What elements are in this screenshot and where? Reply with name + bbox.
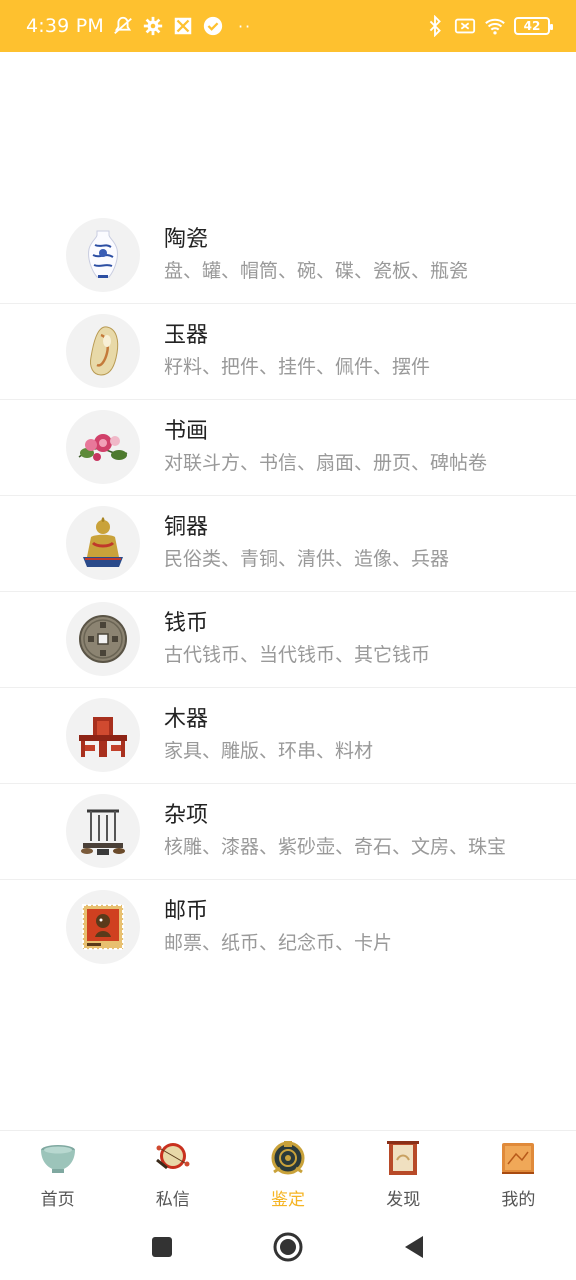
- tab-discover[interactable]: 发现: [346, 1131, 461, 1214]
- tab-label: 发现: [386, 1190, 421, 1210]
- wifi-icon: [484, 15, 506, 37]
- circle-home-icon: [273, 1232, 303, 1262]
- category-subtitle: 民俗类、青铜、清供、造像、兵器: [164, 548, 450, 570]
- category-row-bronze[interactable]: 铜器 民俗类、青铜、清供、造像、兵器: [0, 496, 576, 592]
- battery-icon: 42: [514, 17, 553, 35]
- tab-label: 私信: [155, 1190, 190, 1210]
- category-title: 铜器: [164, 515, 209, 540]
- miscellaneous-icon: [66, 794, 140, 868]
- system-nav-bar: [0, 1214, 576, 1280]
- sim-no-signal-icon: [454, 15, 476, 37]
- category-list: 陶瓷 盘、罐、帽筒、碗、碟、瓷板、瓶瓷 玉器 籽料、把件、挂件、佩件、摆件 书画…: [0, 208, 576, 976]
- category-title: 书画: [164, 419, 209, 444]
- tab-profile[interactable]: 我的: [461, 1131, 576, 1214]
- status-bar: 4:39 PM ·· 42: [0, 0, 576, 52]
- square-icon: [152, 1237, 172, 1257]
- check-badge-icon: [202, 15, 224, 37]
- tab-label: 首页: [40, 1190, 75, 1210]
- app-notification-icon: [172, 15, 194, 37]
- category-subtitle: 盘、罐、帽筒、碗、碟、瓷板、瓶瓷: [164, 260, 469, 282]
- category-row-coins[interactable]: 钱币 古代钱币、当代钱币、其它钱币: [0, 592, 576, 688]
- status-time: 4:39 PM: [26, 15, 104, 37]
- category-row-miscellaneous[interactable]: 杂项 核雕、漆器、紫砂壶、奇石、文房、珠宝: [0, 784, 576, 880]
- tab-home[interactable]: 首页: [0, 1131, 115, 1214]
- tab-label: 我的: [501, 1190, 536, 1210]
- category-row-painting[interactable]: 书画 对联斗方、书信、扇面、册页、碑帖卷: [0, 400, 576, 496]
- furniture-icon: [66, 698, 140, 772]
- back-button[interactable]: [351, 1234, 477, 1260]
- status-left: 4:39 PM ··: [26, 15, 252, 37]
- category-subtitle: 核雕、漆器、紫砂壶、奇石、文房、珠宝: [164, 836, 507, 858]
- recents-button[interactable]: [99, 1235, 225, 1259]
- appraise-icon: [267, 1137, 309, 1179]
- porcelain-vase-icon: [66, 218, 140, 292]
- category-title: 玉器: [164, 323, 209, 348]
- category-subtitle: 古代钱币、当代钱币、其它钱币: [164, 644, 431, 666]
- tab-messages[interactable]: 私信: [115, 1131, 230, 1214]
- bluetooth-icon: [424, 15, 446, 37]
- category-subtitle: 邮票、纸币、纪念币、卡片: [164, 932, 393, 954]
- box-icon: [497, 1137, 539, 1179]
- settings-gear-icon: [142, 15, 164, 37]
- tab-appraise[interactable]: 鉴定: [230, 1131, 345, 1214]
- category-row-jade[interactable]: 玉器 籽料、把件、挂件、佩件、摆件: [0, 304, 576, 400]
- category-row-woodwork[interactable]: 木器 家具、雕版、环串、料材: [0, 688, 576, 784]
- category-title: 杂项: [164, 803, 209, 828]
- status-right: 42: [424, 15, 553, 37]
- bronze-buddha-icon: [66, 506, 140, 580]
- category-title: 钱币: [164, 611, 209, 636]
- category-row-stamps-currency[interactable]: 邮币 邮票、纸币、纪念币、卡片: [0, 880, 576, 976]
- category-subtitle: 籽料、把件、挂件、佩件、摆件: [164, 356, 431, 378]
- frame-icon: [382, 1137, 424, 1179]
- coin-icon: [66, 602, 140, 676]
- back-triangle-icon: [405, 1236, 423, 1258]
- category-subtitle: 家具、雕版、环串、料材: [164, 740, 374, 762]
- category-row-porcelain[interactable]: 陶瓷 盘、罐、帽筒、碗、碟、瓷板、瓶瓷: [0, 208, 576, 304]
- category-title: 陶瓷: [164, 227, 209, 252]
- stamp-icon: [66, 890, 140, 964]
- tab-label: 鉴定: [271, 1190, 305, 1210]
- mute-icon: [112, 15, 134, 37]
- category-title: 木器: [164, 707, 209, 732]
- category-title: 邮币: [164, 899, 209, 924]
- bottom-nav: 首页 私信 鉴定 发现 我的: [0, 1130, 576, 1214]
- category-subtitle: 对联斗方、书信、扇面、册页、碑帖卷: [164, 452, 488, 474]
- jade-icon: [66, 314, 140, 388]
- drum-icon: [152, 1137, 194, 1179]
- more-notifications-dots: ··: [237, 16, 253, 36]
- bowl-icon: [37, 1137, 79, 1179]
- home-button[interactable]: [225, 1231, 351, 1263]
- painting-icon: [66, 410, 140, 484]
